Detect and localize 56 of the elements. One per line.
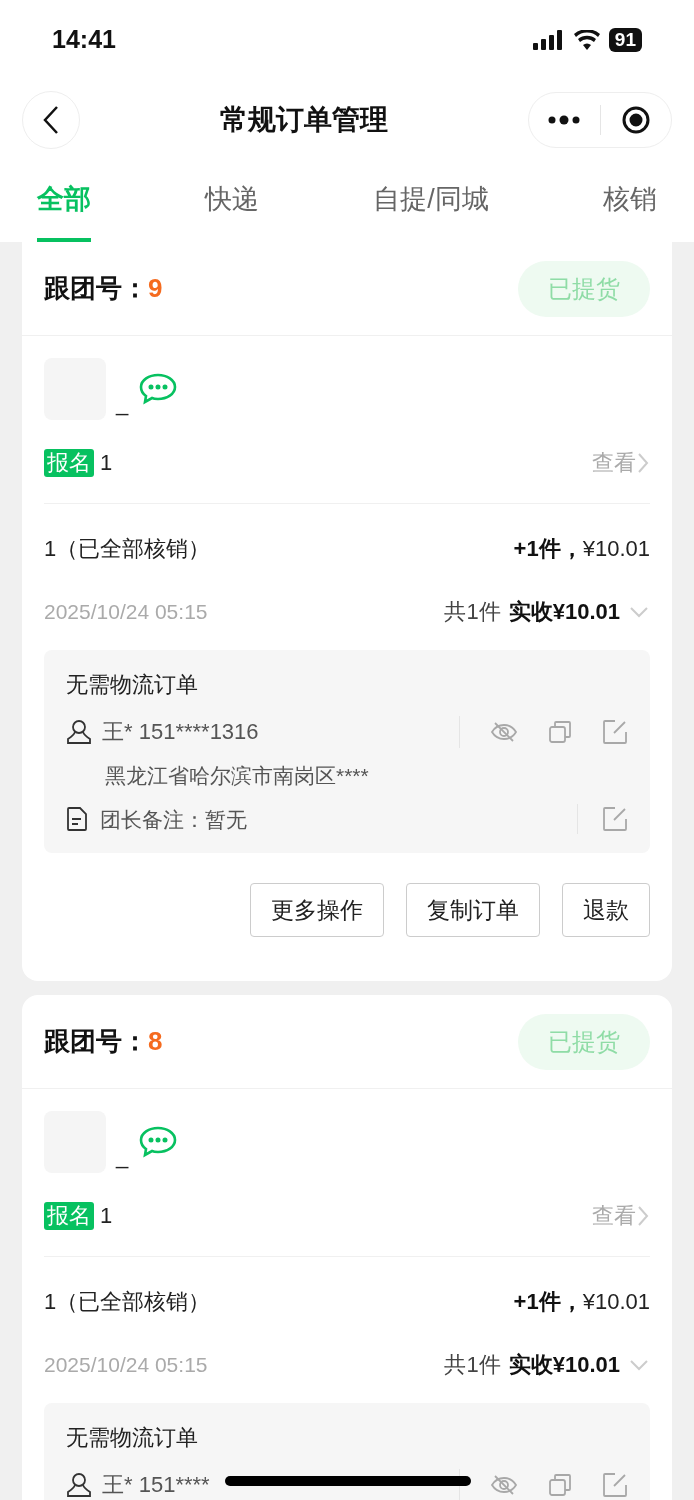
- signup-tag: 报名: [44, 448, 94, 477]
- total-count: 共1件: [444, 1351, 501, 1379]
- delivery-type: 无需物流订单: [66, 1424, 199, 1452]
- group-number-label: 跟团号：: [44, 1025, 148, 1058]
- address: 黑龙江省哈尔滨市南岗区****: [104, 763, 370, 789]
- chevron-down-icon[interactable]: [628, 1357, 650, 1372]
- contact-info: 王* 151****1316: [102, 718, 259, 746]
- customer-name: _: [116, 1143, 129, 1171]
- edit-icon[interactable]: [602, 718, 628, 745]
- edit-icon[interactable]: [602, 1471, 628, 1498]
- customer-name: _: [116, 390, 129, 418]
- item-quantity: +1件，: [513, 1288, 583, 1316]
- item-name: 1（已全部核销）: [44, 1288, 211, 1316]
- item-quantity: +1件，: [513, 535, 583, 563]
- note-icon: [66, 806, 88, 833]
- signup-count: 1: [100, 1202, 113, 1230]
- tab[interactable]: 核销: [603, 160, 657, 242]
- tab[interactable]: 自提/同城: [373, 160, 489, 242]
- wifi-icon: [572, 30, 601, 50]
- chevron-down-icon[interactable]: [628, 604, 650, 619]
- total-count: 共1件: [444, 598, 501, 626]
- status-badge: 已提货: [518, 260, 650, 317]
- group-number-label: 跟团号：: [44, 272, 148, 305]
- received-amount: 实收¥10.01: [508, 1351, 620, 1379]
- item-name: 1（已全部核销）: [44, 535, 211, 563]
- signup-tag: 报名: [44, 1201, 94, 1230]
- group-number: 8: [148, 1025, 163, 1058]
- copy-icon[interactable]: [548, 1472, 572, 1497]
- tab[interactable]: 快递: [205, 160, 260, 242]
- status-time: 14:41: [52, 24, 116, 56]
- copy-icon[interactable]: [548, 719, 572, 744]
- order-time: 2025/10/24 05:15: [44, 598, 208, 625]
- contact-info: 王* 151****: [102, 1471, 210, 1499]
- page-title: 常规订单管理: [220, 103, 388, 137]
- item-price: ¥10.01: [582, 1288, 650, 1316]
- edit-icon[interactable]: [602, 806, 628, 833]
- signal-icon: [532, 30, 565, 50]
- eye-off-icon[interactable]: [490, 720, 518, 743]
- item-price: ¥10.01: [582, 535, 650, 563]
- back-icon: [43, 105, 59, 135]
- chat-icon[interactable]: [138, 372, 179, 406]
- group-number: 9: [148, 272, 163, 305]
- signup-count: 1: [100, 449, 113, 477]
- action-button[interactable]: 退款: [562, 883, 650, 937]
- person-icon: [66, 718, 92, 745]
- chat-icon[interactable]: [138, 1125, 179, 1159]
- status-badge: 已提货: [518, 1013, 650, 1070]
- battery-indicator: 91: [608, 28, 642, 52]
- eye-off-icon[interactable]: [490, 1473, 518, 1496]
- action-button[interactable]: 复制订单: [406, 883, 540, 937]
- action-button[interactable]: 更多操作: [250, 883, 384, 937]
- person-icon: [66, 1471, 92, 1498]
- leader-note: 团长备注：暂无: [100, 806, 247, 833]
- received-amount: 实收¥10.01: [508, 598, 620, 626]
- delivery-type: 无需物流订单: [66, 671, 199, 699]
- order-time: 2025/10/24 05:15: [44, 1351, 208, 1378]
